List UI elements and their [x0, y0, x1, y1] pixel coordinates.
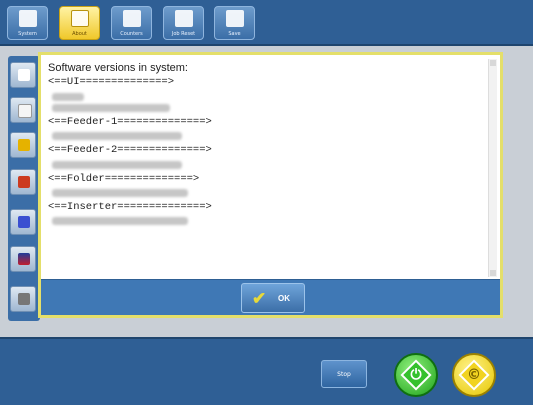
start-glyph-icon: ⏻ [410, 367, 422, 383]
scroll-down-arrow-icon[interactable] [490, 270, 496, 276]
job-reset-label: Job Reset [171, 31, 196, 37]
stop-button[interactable]: Stop [321, 360, 367, 388]
redacted-version [52, 92, 84, 101]
top-toolbar: System About Counters Job Reset Save [0, 0, 533, 46]
redacted-version [52, 189, 188, 198]
about-button[interactable]: About [59, 6, 100, 40]
side-button-1[interactable] [10, 62, 36, 88]
side-button-4[interactable] [10, 169, 36, 195]
document-icon [18, 104, 32, 118]
job-reset-button[interactable]: Job Reset [163, 6, 204, 40]
system-button[interactable]: System [7, 6, 48, 40]
side-button-7[interactable] [10, 286, 36, 312]
job-reset-icon [175, 10, 193, 27]
system-label: System [18, 31, 37, 37]
side-button-2[interactable] [10, 97, 36, 123]
counters-label: Counters [120, 31, 143, 37]
about-icon [71, 10, 89, 27]
redacted-version [52, 103, 170, 112]
ok-label: OK [278, 294, 290, 303]
redacted-version [52, 132, 182, 141]
side-button-5[interactable] [10, 209, 36, 235]
folder-section-line: <==Folder==============> [48, 172, 200, 185]
ok-button[interactable]: ✔ OK [241, 283, 305, 313]
save-button[interactable]: Save [214, 6, 255, 40]
about-label: About [72, 31, 87, 37]
system-icon [19, 10, 37, 27]
ui-section-line: <==UI==============> [48, 76, 175, 89]
language-flag-icon [18, 253, 30, 265]
versions-heading: Software versions in system: [48, 62, 188, 74]
start-button[interactable]: ⏻ [394, 353, 438, 397]
image-icon [18, 293, 30, 305]
feeder-1-section-line: <==Feeder-1==============> [48, 115, 212, 128]
grid-icon [18, 216, 30, 228]
clear-button[interactable]: © [452, 353, 496, 397]
checkmark-icon: ✔ [252, 289, 267, 308]
dialog-footer: ✔ OK [41, 279, 500, 315]
scroll-up-arrow-icon[interactable] [490, 60, 496, 66]
software-versions-dialog: Software versions in system: <==UI======… [38, 52, 503, 318]
clear-glyph-icon: © [467, 367, 481, 383]
feeder-2-section-line: <==Feeder-2==============> [48, 144, 212, 157]
bottom-bar: Stop ⏻ © [0, 337, 533, 405]
redacted-version [52, 217, 188, 226]
side-button-3[interactable] [10, 132, 36, 158]
inserter-section-line: <==Inserter==============> [48, 201, 212, 214]
window-icon [18, 69, 30, 81]
save-label: Save [228, 31, 241, 37]
vertical-scrollbar[interactable] [488, 59, 497, 277]
brush-icon [18, 139, 30, 151]
save-icon [226, 10, 244, 27]
counters-button[interactable]: Counters [111, 6, 152, 40]
pencil-icon [18, 176, 30, 188]
redacted-version [52, 160, 182, 169]
side-button-6[interactable] [10, 246, 36, 272]
counters-icon [123, 10, 141, 27]
versions-text-area: Software versions in system: <==UI======… [44, 58, 490, 280]
